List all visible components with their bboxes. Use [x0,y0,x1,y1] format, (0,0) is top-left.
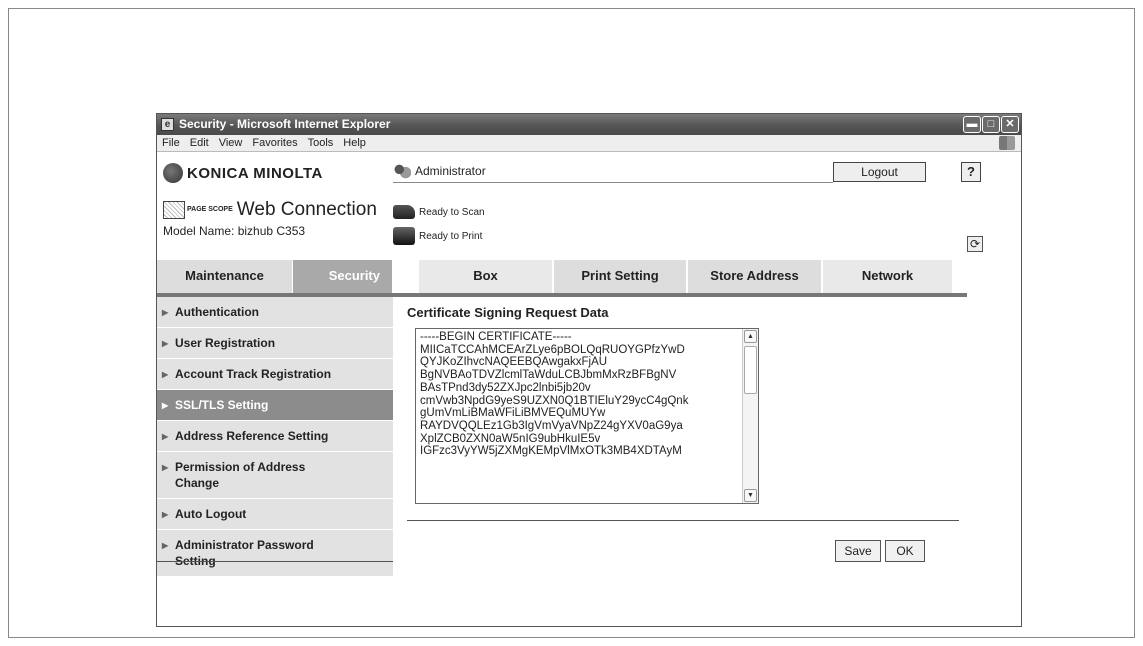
menu-tools[interactable]: Tools [303,135,339,149]
close-button[interactable]: ✕ [1001,116,1019,133]
user-name: Administrator [415,164,486,178]
print-status: Ready to Print [393,227,482,247]
tab-bar: Maintenance Security Box Print Setting S… [157,260,967,293]
sidebar-item-authentication[interactable]: ▶ Authentication [157,297,393,328]
arrow-right-icon: ▶ [162,401,169,410]
konica-minolta-logo: KONICA MINOLTA [163,163,323,185]
refresh-button[interactable]: ⟳ [967,236,983,252]
scrollbar[interactable]: ▲ ▼ [742,329,758,503]
web-page: KONICA MINOLTA PAGE SCOPE Web Connection … [157,153,1021,626]
tab-print-setting[interactable]: Print Setting [554,260,687,293]
scroll-up-icon[interactable]: ▲ [744,330,757,343]
globe-logo-icon [163,163,183,183]
sidebar-item-permission-of-address-change[interactable]: ▶ Permission of Address Change [157,452,393,499]
save-button[interactable]: Save [835,540,881,562]
csr-textarea[interactable]: -----BEGIN CERTIFICATE----- MIICaTCCAhMC… [415,328,759,504]
scroll-down-icon[interactable]: ▼ [744,489,757,502]
arrow-right-icon: ▶ [162,308,169,317]
minimize-button[interactable]: ▬ [963,116,981,133]
title-bar[interactable]: e Security - Microsoft Internet Explorer… [157,114,1021,135]
logout-button[interactable]: Logout [833,162,926,182]
sidebar-item-ssl-tls-setting[interactable]: ▶ SSL/TLS Setting [157,390,393,421]
window-controls: ▬ □ ✕ [962,116,1019,133]
ok-button[interactable]: OK [885,540,925,562]
scan-status: Ready to Scan [393,205,485,225]
page-title: Certificate Signing Request Data [407,305,609,320]
menu-help[interactable]: Help [338,135,371,149]
sidebar-item-user-registration[interactable]: ▶ User Registration [157,328,393,359]
tab-store-address[interactable]: Store Address [688,260,822,293]
pagescope-logo: PAGE SCOPE Web Connection [163,199,377,221]
window-title: Security - Microsoft Internet Explorer [179,117,391,131]
arrow-right-icon: ▶ [162,541,169,550]
sidebar-item-administrator-password-setting[interactable]: ▶ Administrator Password Setting [157,530,393,577]
tab-security[interactable]: Security [293,260,393,293]
printer-icon [393,227,415,245]
pagescope-icon [163,201,185,219]
figure-frame: e Security - Microsoft Internet Explorer… [8,8,1135,638]
csr-text[interactable]: -----BEGIN CERTIFICATE----- MIICaTCCAhMC… [420,331,742,501]
sidebar-item-account-track-registration[interactable]: ▶ Account Track Registration [157,359,393,390]
arrow-right-icon: ▶ [162,463,169,472]
scroll-thumb[interactable] [744,346,757,394]
sidebar-item-address-reference-setting[interactable]: ▶ Address Reference Setting [157,421,393,452]
administrator-icon [393,163,411,179]
tab-maintenance[interactable]: Maintenance [157,260,293,293]
browser-window: e Security - Microsoft Internet Explorer… [156,113,1022,627]
menu-bar: File Edit View Favorites Tools Help [157,135,1021,152]
tab-network[interactable]: Network [823,260,953,293]
maximize-button[interactable]: □ [982,116,1000,133]
model-name: Model Name: bizhub C353 [163,224,306,238]
menu-file[interactable]: File [157,135,185,149]
scanner-icon [393,205,415,219]
menu-view[interactable]: View [214,135,248,149]
sidebar-item-auto-logout[interactable]: ▶ Auto Logout [157,499,393,530]
menu-edit[interactable]: Edit [185,135,214,149]
content-divider [407,520,959,521]
help-button[interactable]: ? [961,162,981,182]
windows-flag-icon [999,136,1015,150]
menu-favorites[interactable]: Favorites [247,135,302,149]
sidebar: ▶ Authentication ▶ User Registration ▶ Acco… [157,297,393,577]
browser-app-icon: e [161,118,174,131]
tab-box[interactable]: Box [419,260,553,293]
arrow-right-icon: ▶ [162,432,169,441]
arrow-right-icon: ▶ [162,339,169,348]
arrow-right-icon: ▶ [162,370,169,379]
user-row: Administrator [393,163,833,183]
arrow-right-icon: ▶ [162,510,169,519]
sidebar-divider [157,561,393,562]
